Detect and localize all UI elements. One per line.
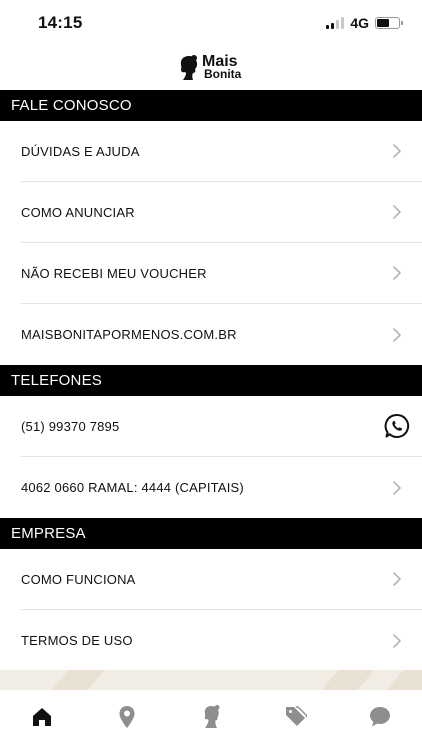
section-header: TELEFONES <box>0 365 422 396</box>
list-item[interactable]: MAISBONITAPORMENOS.COM.BR <box>21 304 422 365</box>
woman-profile-logo-icon <box>180 55 198 80</box>
whatsapp-icon[interactable] <box>384 413 410 439</box>
battery-icon <box>375 17 403 29</box>
list-item-label: TERMOS DE USO <box>21 633 133 648</box>
list-item[interactable]: COMO ANUNCIAR <box>21 182 422 243</box>
location-pin-icon <box>119 706 135 728</box>
list-item-label: DÚVIDAS E AJUDA <box>21 143 140 159</box>
tab-bar <box>0 690 422 750</box>
list-item-label: COMO ANUNCIAR <box>21 204 135 220</box>
tab-home[interactable] <box>0 690 84 750</box>
list-item-label: (51) 99370 7895 <box>21 418 120 434</box>
chevron-right-icon <box>393 205 401 219</box>
decorative-pattern-strip <box>0 670 422 690</box>
logo-text-line2: Bonita <box>204 67 242 81</box>
list-item[interactable]: DÚVIDAS E AJUDA <box>21 121 422 182</box>
signal-icon <box>326 17 345 29</box>
list-item-label: COMO FUNCIONA <box>21 571 136 587</box>
list-item[interactable]: 4062 0660 RAMAL: 4444 (CAPITAIS) <box>21 457 422 518</box>
chevron-right-icon <box>393 144 401 158</box>
chat-bubble-icon <box>369 707 390 727</box>
list-item-label: MAISBONITAPORMENOS.COM.BR <box>21 327 237 342</box>
list-item[interactable]: COMO FUNCIONA <box>21 549 422 610</box>
contact-list: FALE CONOSCO DÚVIDAS E AJUDA COMO ANUNCIAR… <box>0 90 422 670</box>
network-type: 4G <box>350 15 369 31</box>
status-indicators: 4G <box>326 15 403 31</box>
home-icon <box>33 708 52 726</box>
list-item[interactable]: (51) 99370 7895 <box>21 396 422 457</box>
list-item[interactable]: TERMOS DE USO <box>21 610 422 670</box>
chevron-right-icon <box>393 633 401 648</box>
tab-location-pin[interactable] <box>84 690 168 750</box>
section-header: FALE CONOSCO <box>0 90 422 121</box>
section-header: EMPRESA <box>0 518 422 549</box>
list-item-label: 4062 0660 RAMAL: 4444 (CAPITAIS) <box>21 480 244 495</box>
chevron-right-icon <box>393 266 401 280</box>
tab-chat-bubble[interactable] <box>338 690 422 750</box>
tab-price-tags[interactable] <box>253 690 337 750</box>
list-item[interactable]: NÃO RECEBI MEU VOUCHER <box>21 243 422 304</box>
price-tags-icon <box>286 706 308 726</box>
tab-woman-silhouette[interactable] <box>169 690 253 750</box>
chevron-right-icon <box>393 327 401 342</box>
woman-silhouette-icon <box>204 705 220 728</box>
list-item-label: NÃO RECEBI MEU VOUCHER <box>21 265 207 281</box>
app-logo: Mais Bonita <box>179 53 241 83</box>
status-bar: 14:15 4G <box>0 0 422 46</box>
chevron-right-icon <box>393 480 401 495</box>
status-time: 14:15 <box>38 13 83 32</box>
chevron-right-icon <box>393 572 401 586</box>
